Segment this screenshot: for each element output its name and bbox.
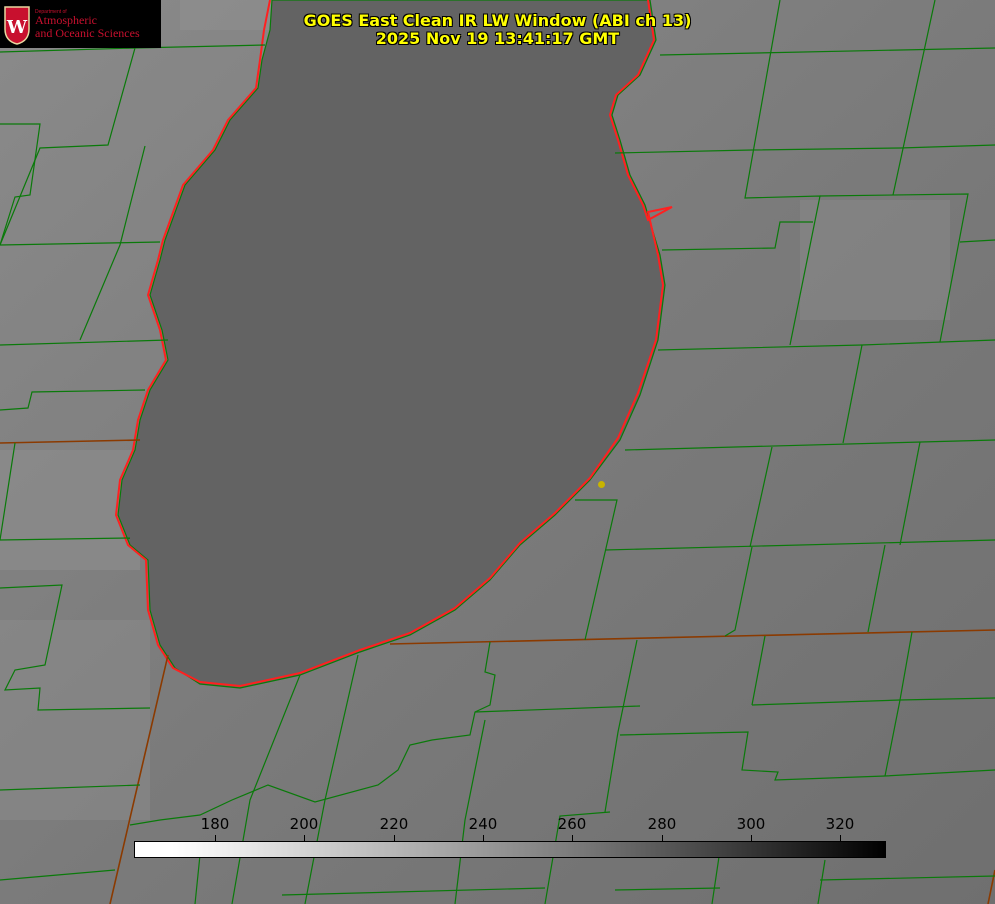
- colorbar-tick-label: 200: [289, 815, 319, 833]
- cloud-patch: [0, 620, 150, 820]
- aos-logo: W Department of Atmospheric and Oceanic …: [0, 0, 161, 48]
- colorbar-tick: [662, 835, 663, 841]
- colorbar-tick-label: 320: [825, 815, 855, 833]
- colorbar-tick: [394, 835, 395, 841]
- colorbar-tick: [215, 835, 216, 841]
- colorbar-tick-label: 280: [647, 815, 677, 833]
- colorbar-tick: [840, 835, 841, 841]
- colorbar: [134, 841, 886, 858]
- logo-line2: and Oceanic Sciences: [35, 26, 140, 40]
- colorbar-tick-label: 300: [736, 815, 766, 833]
- colorbar-tick: [483, 835, 484, 841]
- colorbar-tick: [304, 835, 305, 841]
- satellite-map: [0, 0, 995, 904]
- station-marker: [598, 481, 605, 488]
- cloud-patch: [800, 200, 950, 320]
- svg-text:W: W: [6, 17, 28, 38]
- colorbar-tick: [572, 835, 573, 841]
- colorbar-tick-label: 220: [379, 815, 409, 833]
- wisconsin-crest-icon: W: [4, 6, 30, 45]
- colorbar-tick: [751, 835, 752, 841]
- colorbar-tick-label: 260: [557, 815, 587, 833]
- colorbar-tick-label: 180: [200, 815, 230, 833]
- colorbar-tick-label: 240: [468, 815, 498, 833]
